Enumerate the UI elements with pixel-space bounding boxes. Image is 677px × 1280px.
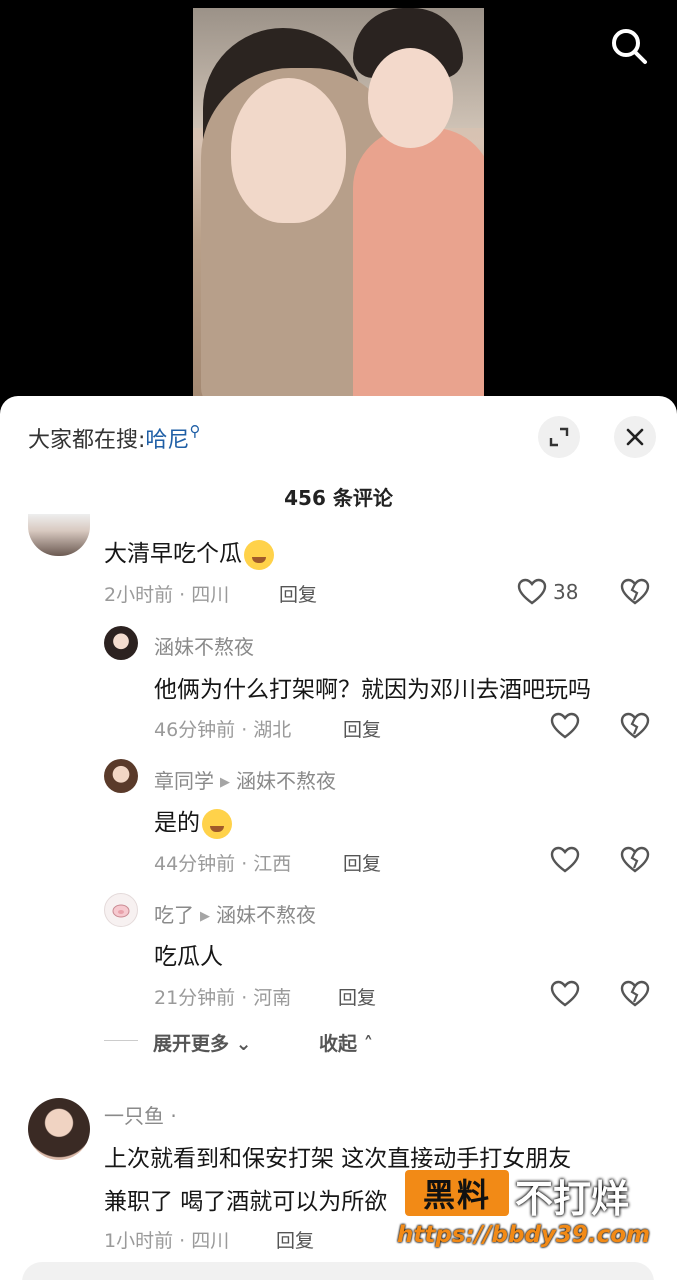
reply-button[interactable]: 回复	[343, 849, 381, 876]
comment-sheet: 大家都在搜:哈尼⚲ 456 条评论 大清早吃个瓜 2小时前 · 四川 回复 38	[0, 396, 677, 1280]
reply-to-arrow-icon: ▶	[220, 775, 230, 790]
chevron-up-icon: ˄	[357, 1033, 374, 1055]
chevron-down-icon: ⌄	[229, 1033, 252, 1055]
hot-search-bar[interactable]: 大家都在搜:哈尼⚲	[28, 422, 200, 454]
reply-author-line: 吃了 ▶ 涵妹不熬夜	[154, 899, 316, 928]
reply-author-line: 章同学 ▶ 涵妹不熬夜	[154, 765, 336, 794]
divider	[104, 1040, 138, 1041]
comment-time-location: 44分钟前 · 江西	[154, 853, 292, 875]
avatar[interactable]	[104, 893, 138, 927]
reply-to-name[interactable]: 涵妹不熬夜	[216, 903, 316, 927]
watermark-url: https://bbdy39.com	[397, 1222, 651, 1248]
dislike-icon[interactable]	[620, 980, 650, 1008]
like-icon[interactable]	[550, 980, 580, 1008]
pig-icon	[112, 904, 130, 918]
avatar[interactable]	[28, 1098, 90, 1160]
watermark-box-text: 黑料	[405, 1170, 509, 1216]
small-search-icon: ⚲	[189, 422, 201, 440]
dislike-icon[interactable]	[620, 578, 650, 606]
emoji-icon	[202, 808, 232, 839]
comment-text: 吃瓜人	[154, 944, 223, 970]
comment-text: 他俩为什么打架啊？就因为邓川去酒吧玩吗	[154, 677, 591, 703]
comment-count: 456 条评论	[284, 486, 393, 510]
reply-button[interactable]: 回复	[279, 580, 317, 607]
collapse-button[interactable]: 收起 ˄	[319, 1029, 373, 1056]
avatar[interactable]	[104, 626, 138, 660]
watermark-title: 不打烊	[515, 1177, 630, 1221]
reply-button[interactable]: 回复	[338, 983, 376, 1010]
hot-search-keyword[interactable]: 哈尼	[145, 428, 189, 453]
video-person-left-face	[231, 78, 346, 223]
comment-text-line-2: 兼职了 喝了酒就可以为所欲	[104, 1189, 388, 1215]
search-icon[interactable]	[609, 26, 649, 66]
expand-button[interactable]	[538, 416, 580, 458]
comment-time-location: 1小时前 · 四川	[104, 1230, 230, 1252]
comment-author[interactable]: 一只鱼 ·	[104, 1100, 177, 1129]
reply-author[interactable]: 吃了	[154, 903, 194, 927]
dislike-icon[interactable]	[620, 846, 650, 874]
avatar[interactable]	[28, 514, 90, 556]
comment-text: 大清早吃个瓜	[104, 534, 274, 570]
close-button[interactable]	[614, 416, 656, 458]
reply-to-arrow-icon: ▶	[200, 909, 210, 924]
reply-button[interactable]: 回复	[343, 715, 381, 742]
reply-to-name[interactable]: 涵妹不熬夜	[236, 769, 336, 793]
watermark-logo: 黑料 不打烊 https://bbdy39.com	[397, 1166, 665, 1258]
video-person-right-face	[368, 48, 453, 148]
avatar[interactable]	[104, 759, 138, 793]
comment-text: 是的	[154, 803, 232, 839]
like-icon[interactable]	[550, 846, 580, 874]
video-player[interactable]	[193, 8, 484, 396]
hot-search-prefix: 大家都在搜:	[28, 428, 146, 453]
reply-author[interactable]: 涵妹不熬夜	[154, 631, 254, 660]
reply-author[interactable]: 章同学	[154, 769, 214, 793]
like-icon[interactable]	[517, 578, 547, 606]
comment-time-location: 2小时前 · 四川	[104, 584, 230, 606]
comment-time-location: 21分钟前 · 河南	[154, 987, 292, 1009]
like-count: 38	[553, 580, 579, 604]
reply-button[interactable]: 回复	[276, 1226, 314, 1253]
comment-input-bar[interactable]	[22, 1262, 654, 1280]
like-icon[interactable]	[550, 712, 580, 740]
dislike-icon[interactable]	[620, 712, 650, 740]
emoji-icon	[244, 539, 274, 570]
video-person-right	[353, 128, 484, 396]
expand-more-button[interactable]: 展开更多 ⌄	[153, 1029, 252, 1056]
app-screen: 大家都在搜:哈尼⚲ 456 条评论 大清早吃个瓜 2小时前 · 四川 回复 38	[0, 0, 677, 1280]
expand-icon	[549, 427, 569, 447]
close-icon	[626, 428, 644, 446]
comment-time-location: 46分钟前 · 湖北	[154, 719, 292, 741]
